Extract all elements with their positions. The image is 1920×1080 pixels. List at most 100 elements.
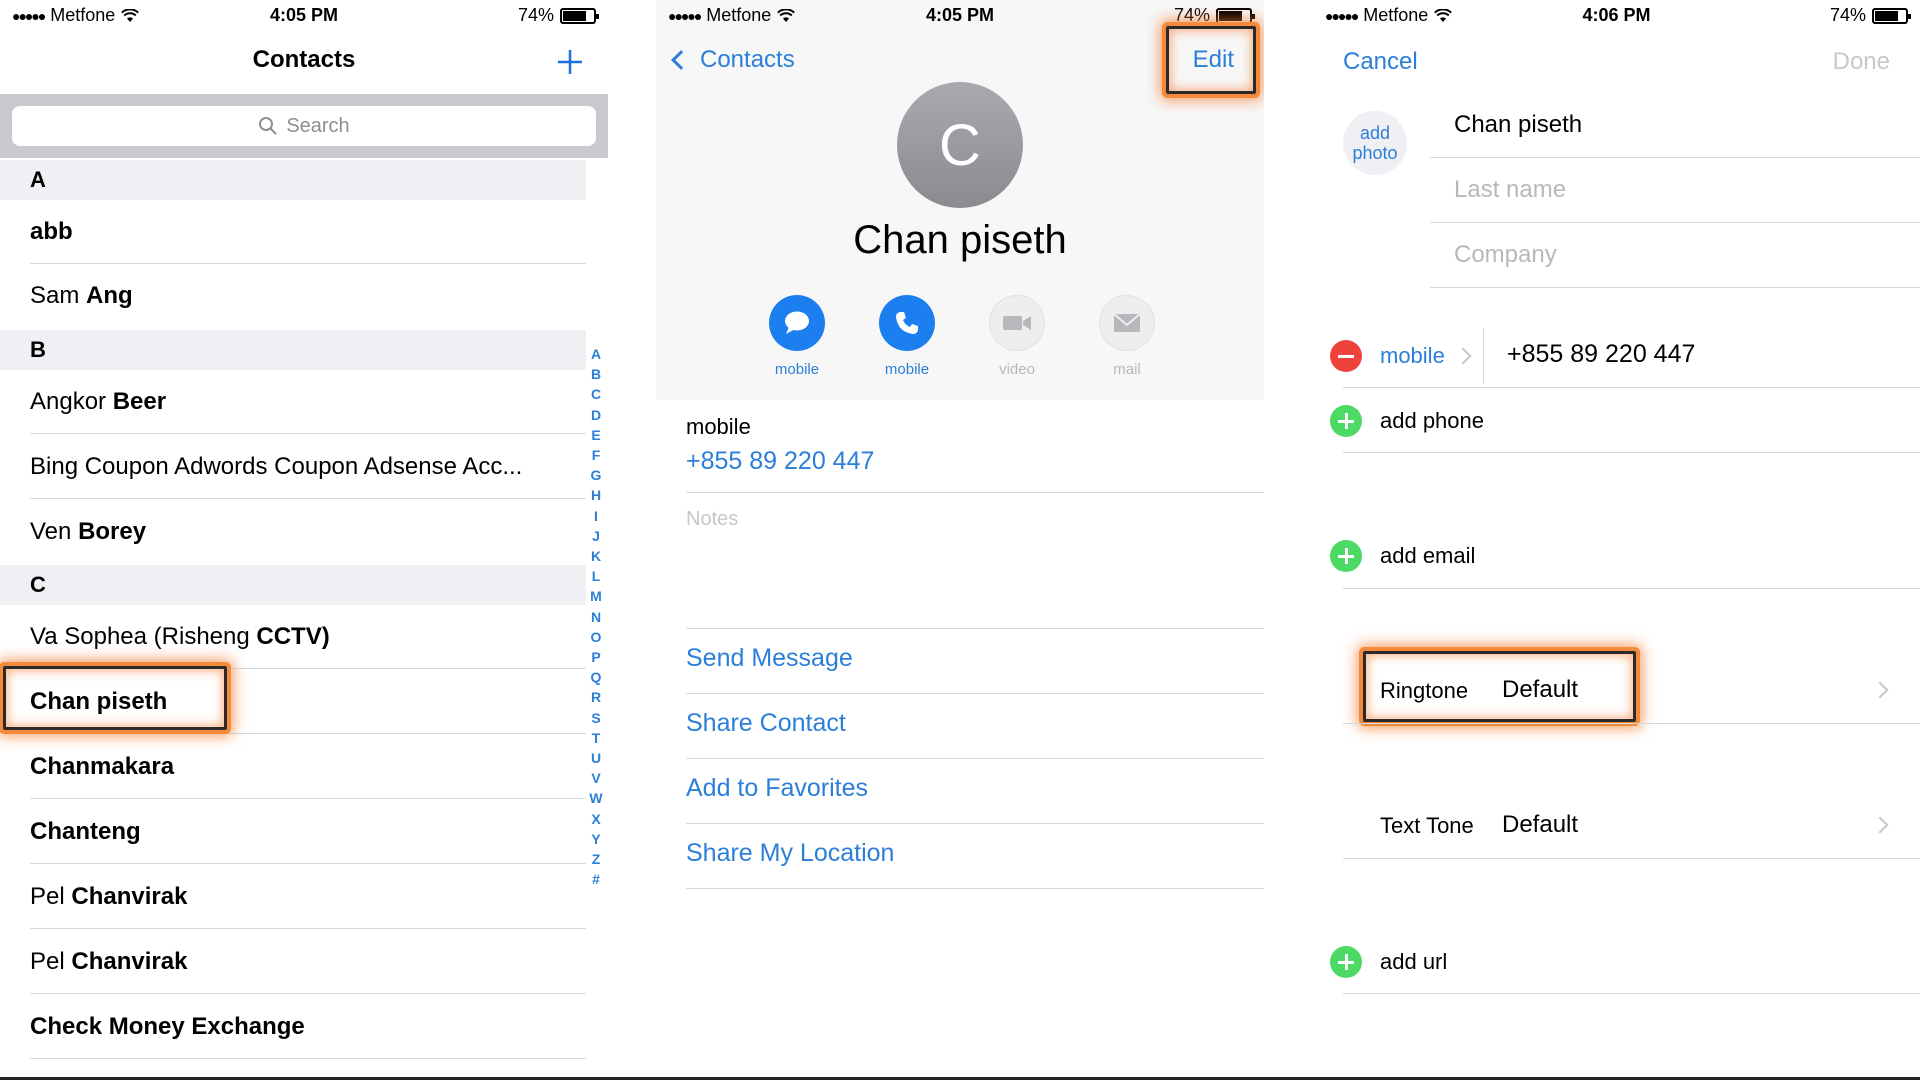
index-letter[interactable]: W bbox=[588, 788, 604, 808]
contact-row-abb[interactable]: abb bbox=[0, 200, 586, 264]
index-letter[interactable]: L bbox=[588, 566, 604, 586]
index-letter[interactable]: Z bbox=[588, 849, 604, 869]
contacts-list-screen: ●●●●● Metfone 4:05 PM 74% Contacts Searc… bbox=[0, 0, 608, 1080]
chevron-right-icon bbox=[1454, 347, 1472, 365]
divider bbox=[686, 758, 1264, 759]
video-action[interactable]: video bbox=[989, 295, 1045, 378]
search-icon bbox=[259, 117, 278, 135]
add-photo-button[interactable]: add photo bbox=[1343, 111, 1407, 175]
index-letter[interactable]: C bbox=[588, 384, 604, 404]
index-letter[interactable]: D bbox=[588, 405, 604, 425]
contact-name: Chan piseth bbox=[853, 218, 1067, 262]
add-email-button[interactable] bbox=[1330, 540, 1362, 572]
text-tone-row[interactable]: Text Tone Default bbox=[1313, 795, 1920, 855]
mail-icon bbox=[1113, 313, 1141, 332]
contact-row-sam-ang[interactable]: Sam Ang bbox=[0, 264, 586, 328]
divider bbox=[1430, 222, 1920, 223]
done-button[interactable]: Done bbox=[1833, 48, 1890, 76]
notes-field[interactable]: Notes bbox=[686, 508, 738, 531]
section-header-b: B bbox=[0, 330, 586, 370]
battery-percent: 74% bbox=[1173, 5, 1210, 25]
last-name-field[interactable]: Last name bbox=[1454, 176, 1566, 204]
ringtone-row[interactable]: Ringtone Default bbox=[1313, 660, 1920, 720]
share-location-button[interactable]: Share My Location bbox=[686, 839, 894, 868]
contact-row-pel-chanvirak-2[interactable]: Pel Chanvirak bbox=[0, 930, 586, 994]
index-letter[interactable]: E bbox=[588, 425, 604, 445]
contact-row-chan-piseth[interactable]: Chan piseth bbox=[0, 670, 586, 734]
share-contact-button[interactable]: Share Contact bbox=[686, 709, 846, 738]
call-action[interactable]: mobile bbox=[879, 295, 935, 378]
contact-row-ven-borey[interactable]: Ven Borey bbox=[0, 500, 586, 564]
index-letter[interactable]: F bbox=[588, 445, 604, 465]
back-button[interactable]: Contacts bbox=[671, 46, 795, 74]
index-letter[interactable]: S bbox=[588, 708, 604, 728]
phone-label: mobile bbox=[686, 414, 751, 439]
add-phone-button[interactable] bbox=[1330, 405, 1362, 437]
company-field[interactable]: Company bbox=[1454, 241, 1557, 269]
status-time: 4:05 PM bbox=[269, 5, 339, 25]
status-bar: ●●●●● Metfone 4:06 PM 74% bbox=[1313, 0, 1920, 30]
contact-row-va-sophea[interactable]: Va Sophea (Risheng CCTV) bbox=[0, 605, 586, 669]
index-letter[interactable]: B bbox=[588, 364, 604, 384]
contact-detail-screen: ●●●●● Metfone 4:05 PM 74% Contacts Edit … bbox=[656, 0, 1264, 1080]
index-letter[interactable]: R bbox=[588, 687, 604, 707]
index-letter[interactable]: O bbox=[588, 627, 604, 647]
contact-row-check-money[interactable]: Check Money Exchange bbox=[0, 995, 586, 1059]
avatar: C bbox=[897, 82, 1023, 208]
status-time: 4:06 PM bbox=[1582, 5, 1651, 25]
index-letter[interactable]: Y bbox=[588, 829, 604, 849]
add-to-favorites-button[interactable]: Add to Favorites bbox=[686, 774, 868, 803]
phone-type-selector[interactable]: mobile bbox=[1380, 343, 1445, 369]
mail-action[interactable]: mail bbox=[1099, 295, 1155, 378]
index-letter[interactable]: Q bbox=[588, 667, 604, 687]
divider bbox=[1483, 328, 1484, 384]
index-letter[interactable]: # bbox=[588, 869, 604, 889]
index-letter[interactable]: X bbox=[588, 809, 604, 829]
contact-row-angkor-beer[interactable]: Angkor Beer bbox=[0, 370, 586, 434]
phone-field[interactable]: +855 89 220 447 bbox=[1507, 340, 1695, 369]
edit-contact-screen: ●●●●● Metfone 4:06 PM 74% Cancel Done ad… bbox=[1313, 0, 1920, 1080]
contact-row-pel-chanvirak-1[interactable]: Pel Chanvirak bbox=[0, 865, 586, 929]
index-letter[interactable]: V bbox=[588, 768, 604, 788]
status-time: 4:05 PM bbox=[925, 5, 995, 25]
contact-row-bing[interactable]: Bing Coupon Adwords Coupon Adsense Acc..… bbox=[0, 435, 586, 499]
search-bar: Search bbox=[0, 94, 608, 158]
ringtone-value: Default bbox=[1502, 676, 1579, 703]
add-email-label[interactable]: add email bbox=[1380, 543, 1475, 569]
divider bbox=[1343, 452, 1920, 453]
index-letter[interactable]: M bbox=[588, 586, 604, 606]
divider bbox=[686, 492, 1264, 493]
index-letter[interactable]: K bbox=[588, 546, 604, 566]
index-letter[interactable]: J bbox=[588, 526, 604, 546]
plus-icon bbox=[558, 50, 582, 74]
divider bbox=[1343, 993, 1920, 994]
phone-number-link[interactable]: +855 89 220 447 bbox=[686, 447, 874, 476]
index-letter[interactable]: A bbox=[588, 344, 604, 364]
index-letter[interactable]: G bbox=[588, 465, 604, 485]
divider bbox=[1343, 723, 1920, 724]
add-url-label[interactable]: add url bbox=[1380, 949, 1447, 975]
section-index[interactable]: A B C D E F G H I J K L M N O P Q R S T U V W X Y Z # bbox=[588, 344, 604, 889]
contact-row-chanteng[interactable]: Chanteng bbox=[0, 800, 586, 864]
index-letter[interactable]: N bbox=[588, 607, 604, 627]
send-message-button[interactable]: Send Message bbox=[686, 644, 853, 673]
edit-button[interactable]: Edit bbox=[1193, 46, 1234, 74]
cancel-button[interactable]: Cancel bbox=[1343, 48, 1418, 76]
index-letter[interactable]: P bbox=[588, 647, 604, 667]
battery-percent: 74% bbox=[517, 5, 554, 25]
section-header-a: A bbox=[0, 160, 586, 200]
index-letter[interactable]: T bbox=[588, 728, 604, 748]
index-letter[interactable]: I bbox=[588, 506, 604, 526]
message-action[interactable]: mobile bbox=[769, 295, 825, 378]
index-letter[interactable]: U bbox=[588, 748, 604, 768]
add-contact-button[interactable] bbox=[556, 40, 584, 83]
divider bbox=[686, 628, 1264, 629]
phone-icon bbox=[896, 312, 918, 334]
remove-phone-button[interactable] bbox=[1330, 340, 1362, 372]
add-url-button[interactable] bbox=[1330, 946, 1362, 978]
contact-row-chanmakara[interactable]: Chanmakara bbox=[0, 735, 586, 799]
search-input[interactable]: Search bbox=[12, 106, 596, 146]
first-name-field[interactable]: Chan piseth bbox=[1454, 111, 1582, 139]
index-letter[interactable]: H bbox=[588, 485, 604, 505]
add-phone-label[interactable]: add phone bbox=[1380, 408, 1484, 434]
